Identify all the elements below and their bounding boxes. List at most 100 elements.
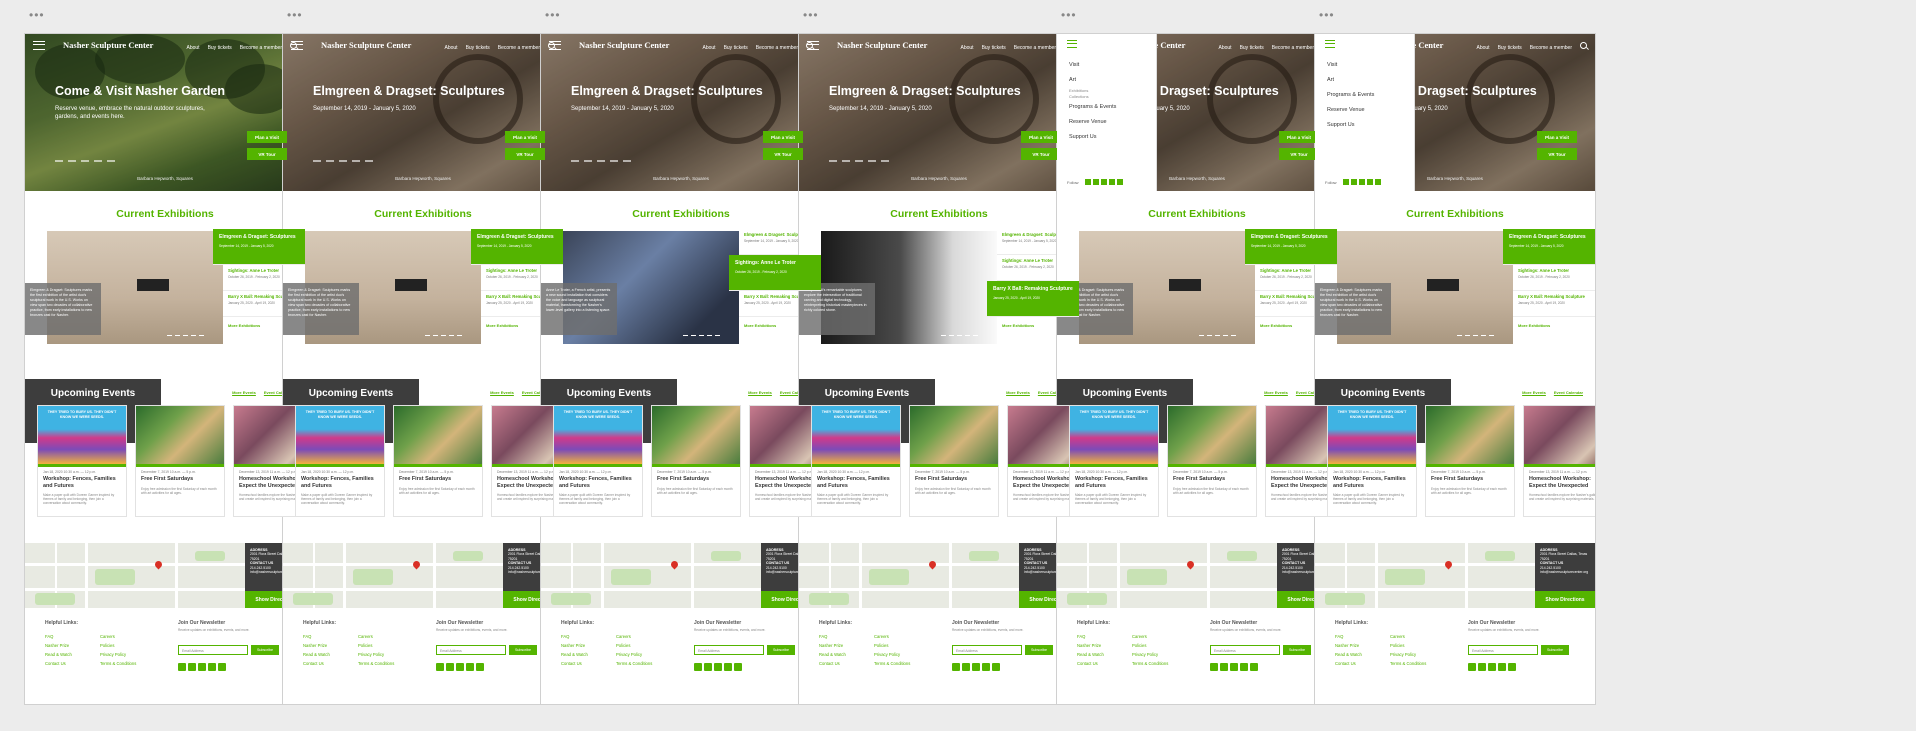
footer-link[interactable]: Read & Watch [303, 650, 330, 659]
exhibition-item[interactable]: Elmgreen & Dragset: Sculptures September … [213, 229, 305, 265]
instagram-icon[interactable] [1220, 663, 1228, 671]
map-pin-icon[interactable] [411, 559, 422, 570]
hero-dot[interactable] [584, 160, 592, 162]
exhibition-dot[interactable] [1215, 334, 1220, 336]
nav-link[interactable]: Buy tickets [208, 45, 232, 51]
exhibition-dot[interactable] [175, 334, 180, 336]
facebook-icon[interactable] [1084, 179, 1091, 185]
plan-visit-button[interactable]: Plan a Visit [247, 131, 287, 143]
footer-link[interactable]: Nasher Prize [819, 641, 846, 650]
map-pin-icon[interactable] [1443, 559, 1454, 570]
instagram-icon[interactable] [1478, 663, 1486, 671]
events-link[interactable]: More Events [490, 390, 514, 395]
hero-pagination[interactable] [571, 160, 631, 162]
youtube-icon[interactable] [466, 663, 474, 671]
footer-link[interactable]: Contact Us [1077, 659, 1104, 668]
exhibition-dot[interactable] [1465, 334, 1470, 336]
footer-link[interactable]: Policies [1132, 641, 1168, 650]
drawer-item[interactable]: Art [1069, 77, 1116, 83]
drawer-item[interactable]: Reserve Venue [1327, 107, 1374, 113]
footer-link[interactable]: Nasher Prize [1335, 641, 1362, 650]
exhibition-pagination[interactable] [1199, 334, 1236, 336]
plan-visit-button[interactable]: Plan a Visit [763, 131, 803, 143]
hero-dot[interactable] [326, 160, 334, 162]
facebook-icon[interactable] [178, 663, 186, 671]
site-logo[interactable]: Nasher Sculpture Center [321, 40, 436, 50]
location-map[interactable]: ADDRESS 2001 Flora Street Dallas, Texas 7… [1315, 543, 1595, 608]
footer-link[interactable]: Contact Us [1335, 659, 1362, 668]
youtube-icon[interactable] [1366, 179, 1373, 185]
site-logo[interactable]: Nasher Sculpture Center [63, 40, 178, 50]
footer-link[interactable]: Terms & Conditions [1132, 659, 1168, 668]
hero-dot[interactable] [855, 160, 863, 162]
facebook-icon[interactable] [1468, 663, 1476, 671]
footer-link[interactable]: Contact Us [303, 659, 330, 668]
map-pin-icon[interactable] [927, 559, 938, 570]
nav-link[interactable]: About [186, 45, 199, 51]
events-link[interactable]: More Events [232, 390, 256, 395]
hero-pagination[interactable] [313, 160, 373, 162]
exhibition-dot[interactable] [1199, 334, 1204, 336]
event-card[interactable]: December 7, 2019 10 a.m. — 5 p.m. Free Fi… [393, 405, 483, 517]
drawer-item[interactable]: Reserve Venue [1069, 119, 1116, 125]
drawer-item[interactable]: Visit [1069, 62, 1116, 68]
artboard-menu-dots[interactable]: ••• [287, 8, 303, 22]
footer-link[interactable]: Read & Watch [45, 650, 72, 659]
pinterest-icon[interactable] [1250, 663, 1258, 671]
footer-link[interactable]: Terms & Conditions [874, 659, 910, 668]
instagram-icon[interactable] [446, 663, 454, 671]
vr-tour-button[interactable]: VR Tour [1279, 148, 1319, 160]
nav-link[interactable]: About [1218, 45, 1231, 51]
event-card[interactable]: THEY TRIED TO BURY US. THEY DIDN'T KNOW … [553, 405, 643, 517]
nav-link[interactable]: About [1476, 45, 1489, 51]
exhibition-dot[interactable] [683, 334, 688, 336]
artboard-menu-dots[interactable]: ••• [29, 8, 45, 22]
event-card[interactable]: December 7, 2019 10 a.m. — 5 p.m. Free Fi… [1167, 405, 1257, 517]
newsletter-email-input[interactable]: Email Address [952, 645, 1022, 655]
footer-link[interactable]: Careers [1390, 632, 1426, 641]
vr-tour-button[interactable]: VR Tour [247, 148, 287, 160]
newsletter-email-input[interactable]: Email Address [1468, 645, 1538, 655]
contact-email[interactable]: info@nashersculpturecenter.org [1540, 570, 1590, 574]
newsletter-email-input[interactable]: Email Address [178, 645, 248, 655]
exhibition-dot[interactable] [965, 334, 970, 336]
map-pin-icon[interactable] [1185, 559, 1196, 570]
footer-link[interactable]: Terms & Conditions [616, 659, 652, 668]
exhibition-dot[interactable] [949, 334, 954, 336]
nav-link[interactable]: About [960, 45, 973, 51]
exhibition-dot[interactable] [191, 334, 196, 336]
plan-visit-button[interactable]: Plan a Visit [1537, 131, 1577, 143]
exhibition-dot[interactable] [449, 334, 454, 336]
footer-link[interactable]: Read & Watch [1335, 650, 1362, 659]
facebook-icon[interactable] [694, 663, 702, 671]
nav-link[interactable]: Become a member [1272, 45, 1314, 51]
exhibition-dot[interactable] [167, 334, 172, 336]
subscribe-button[interactable]: Subscribe [251, 645, 279, 655]
subscribe-button[interactable]: Subscribe [1541, 645, 1569, 655]
footer-link[interactable]: Policies [874, 641, 910, 650]
exhibition-dot[interactable] [715, 334, 720, 336]
hero-dot[interactable] [81, 160, 89, 162]
twitter-icon[interactable] [198, 663, 206, 671]
exhibition-dot[interactable] [691, 334, 696, 336]
nav-link[interactable]: Become a member [756, 45, 798, 51]
footer-link[interactable]: Terms & Conditions [358, 659, 394, 668]
exhibition-dot[interactable] [1231, 334, 1236, 336]
artboard-menu-dots[interactable]: ••• [1061, 8, 1077, 22]
event-card[interactable]: December 7, 2019 10 a.m. — 5 p.m. Free Fi… [1425, 405, 1515, 517]
footer-link[interactable]: Careers [874, 632, 910, 641]
hero-pagination[interactable] [55, 160, 115, 162]
drawer-item[interactable]: Art [1327, 77, 1374, 83]
drawer-subitem[interactable]: Exhibitions [1069, 88, 1116, 93]
event-card[interactable]: THEY TRIED TO BURY US. THEY DIDN'T KNOW … [1069, 405, 1159, 517]
drawer-subitem[interactable]: Collections [1069, 94, 1116, 99]
footer-link[interactable]: Policies [616, 641, 652, 650]
vr-tour-button[interactable]: VR Tour [505, 148, 545, 160]
footer-link[interactable]: Nasher Prize [561, 641, 588, 650]
nav-link[interactable]: Buy tickets [1240, 45, 1264, 51]
footer-link[interactable]: Read & Watch [1077, 650, 1104, 659]
hamburger-menu-icon[interactable] [1325, 40, 1335, 48]
nav-link[interactable]: Buy tickets [466, 45, 490, 51]
youtube-icon[interactable] [982, 663, 990, 671]
youtube-icon[interactable] [1240, 663, 1248, 671]
